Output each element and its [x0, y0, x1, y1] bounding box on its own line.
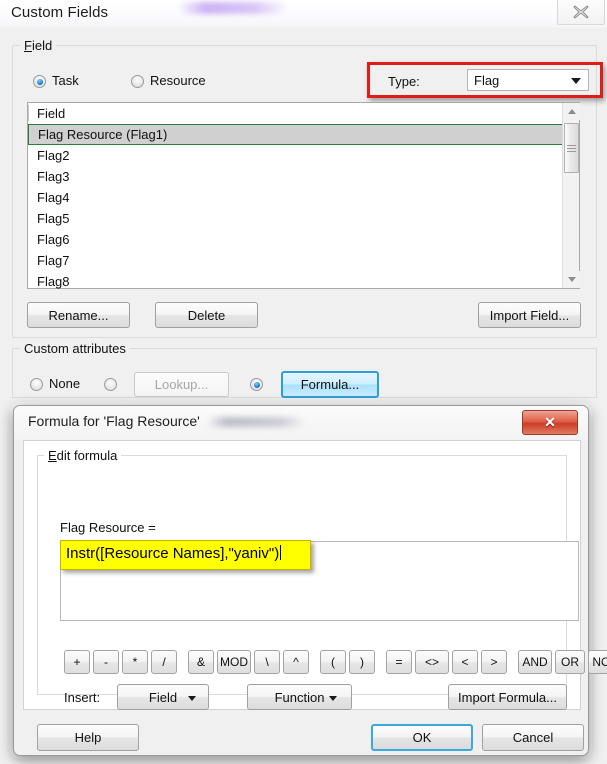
rename-button[interactable]: Rename... — [27, 302, 130, 328]
import-field-button[interactable]: Import Field... — [478, 302, 581, 328]
operator-multiply-button[interactable]: * — [122, 650, 148, 674]
field-list-rows: Flag Resource (Flag1) Flag2 Flag3 Flag4 … — [28, 124, 563, 292]
close-icon[interactable]: ✕ — [522, 410, 578, 435]
insert-field-button[interactable]: Field — [117, 684, 209, 710]
page-title: Custom Fields — [11, 4, 109, 21]
equation-label: Flag Resource = — [60, 520, 156, 535]
header-divider — [28, 105, 29, 121]
type-annotation-highlight — [367, 62, 603, 98]
list-item[interactable]: Flag4 — [28, 187, 563, 208]
insert-field-label: Field — [148, 689, 178, 705]
operator-caret-button[interactable]: ^ — [283, 650, 309, 674]
operator-mod-button[interactable]: MOD — [217, 650, 251, 674]
ok-button[interactable]: OK — [371, 724, 473, 751]
operator-minus-button[interactable]: - — [93, 650, 119, 674]
radio-formula[interactable] — [250, 378, 263, 391]
list-item[interactable]: Flag7 — [28, 250, 563, 271]
formula-dialog-body: Edit formula Flag Resource = Instr([Reso… — [23, 440, 607, 710]
chevron-down-icon — [188, 696, 196, 701]
list-item[interactable]: Flag8 — [28, 271, 563, 292]
list-item[interactable]: Flag2 — [28, 145, 563, 166]
edit-formula-label: Edit formula — [44, 448, 122, 463]
insert-function-button[interactable]: Function — [247, 684, 352, 710]
operator-divide-button[interactable]: / — [151, 650, 177, 674]
operator-ampersand-button[interactable]: & — [188, 650, 214, 674]
operator-not-button[interactable]: NOT — [588, 650, 607, 674]
lookup-button[interactable]: Lookup... — [134, 372, 229, 397]
field-group-label: Field — [20, 38, 57, 53]
formula-button[interactable]: Formula... — [281, 371, 379, 398]
insert-function-label: Function — [274, 689, 325, 705]
delete-button[interactable]: Delete — [155, 302, 258, 328]
formula-titlebar: Formula for 'Flag Resource' ✕ — [14, 406, 588, 440]
formula-dialog: Formula for 'Flag Resource' ✕ Edit formu… — [13, 405, 607, 757]
list-item[interactable]: Flag Resource (Flag1) — [28, 124, 563, 145]
insert-label: Insert: — [64, 690, 101, 705]
grip-icon — [567, 143, 576, 154]
scroll-down-icon[interactable] — [563, 271, 580, 288]
radio-lookup[interactable] — [104, 378, 117, 391]
operator-or-button[interactable]: OR — [555, 650, 585, 674]
list-item[interactable]: Flag6 — [28, 229, 563, 250]
field-list-scrollbar[interactable] — [562, 103, 580, 288]
field-list-header-label: Field — [37, 106, 66, 121]
formula-value-text: Instr([Resource Names],"yaniv") — [66, 545, 280, 562]
edit-formula-label-rest: dit formula — [56, 448, 118, 463]
operator-greater-than-button[interactable]: > — [481, 650, 507, 674]
redacted-text-blur — [178, 2, 288, 14]
operator-equals-button[interactable]: = — [386, 650, 412, 674]
radio-resource[interactable] — [131, 75, 144, 88]
radio-resource-label[interactable]: Resource — [150, 73, 206, 88]
outer-titlebar: Custom Fields — [0, 0, 607, 28]
redacted-text-blur — [207, 417, 305, 427]
radio-task-label[interactable]: Task — [52, 73, 79, 88]
radio-task[interactable] — [33, 75, 46, 88]
radio-none[interactable] — [30, 378, 43, 391]
operator-open-paren-button[interactable]: ( — [320, 650, 346, 674]
field-group-label-rest: ield — [31, 38, 53, 53]
radio-none-label[interactable]: None — [49, 376, 80, 391]
chevron-down-icon — [329, 696, 337, 701]
field-group-label-accel: F — [24, 38, 32, 53]
scrollbar-thumb[interactable] — [564, 123, 579, 173]
text-caret — [280, 545, 282, 560]
close-icon[interactable] — [557, 0, 605, 25]
edit-formula-label-accel: E — [48, 448, 57, 463]
help-button[interactable]: Help — [37, 724, 139, 751]
operator-plus-button[interactable]: + — [64, 650, 90, 674]
custom-attributes-label: Custom attributes — [20, 341, 130, 356]
operator-backslash-button[interactable]: \ — [254, 650, 280, 674]
operator-less-than-button[interactable]: < — [452, 650, 478, 674]
operator-not-equal-button[interactable]: <> — [415, 650, 449, 674]
formula-dialog-title: Formula for 'Flag Resource' — [28, 413, 200, 429]
formula-value-highlight[interactable]: Instr([Resource Names],"yaniv") — [60, 540, 311, 570]
formula-dialog-footer: Help OK Cancel — [14, 711, 588, 757]
operator-and-button[interactable]: AND — [518, 650, 552, 674]
operator-close-paren-button[interactable]: ) — [349, 650, 375, 674]
list-item[interactable]: Flag3 — [28, 166, 563, 187]
cancel-button[interactable]: Cancel — [482, 724, 584, 751]
field-list[interactable]: Field Flag Resource (Flag1) Flag2 Flag3 … — [27, 102, 580, 289]
scroll-up-icon[interactable] — [563, 103, 580, 120]
field-list-header: Field — [28, 103, 563, 125]
list-item[interactable]: Flag5 — [28, 208, 563, 229]
import-formula-button[interactable]: Import Formula... — [448, 684, 567, 710]
